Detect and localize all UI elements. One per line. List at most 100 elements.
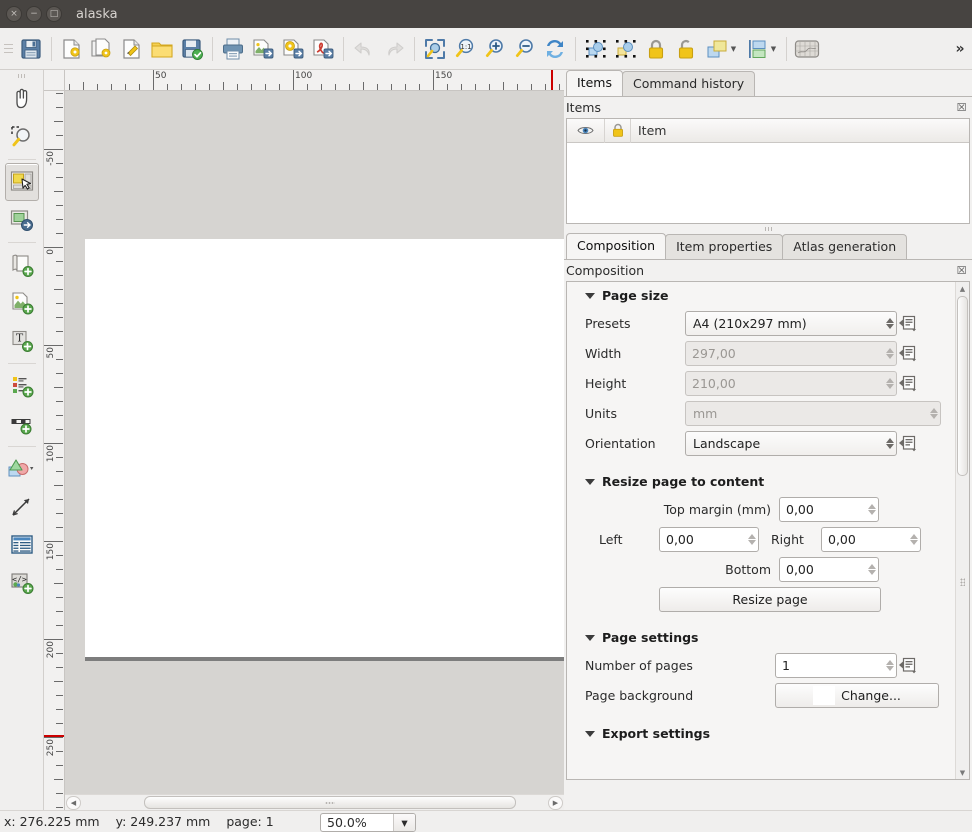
add-map-icon[interactable] (5, 246, 39, 284)
collapse-arrow-icon[interactable] (585, 479, 595, 485)
top-margin-stepper[interactable] (864, 504, 876, 515)
height-stepper[interactable] (882, 378, 894, 389)
left-toolbar-grip[interactable] (15, 72, 29, 80)
group-export-settings[interactable]: Export settings (567, 710, 969, 746)
add-label-icon[interactable]: T (5, 322, 39, 360)
raise-items-icon[interactable]: ▼ (701, 33, 741, 65)
number-of-pages-stepper[interactable] (882, 660, 894, 671)
scrollbar-thumb[interactable] (144, 796, 516, 809)
resize-page-button[interactable]: Resize page (659, 587, 881, 612)
items-table-body[interactable] (567, 143, 969, 223)
right-margin-stepper[interactable] (906, 534, 918, 545)
align-items-icon[interactable]: ▼ (741, 33, 781, 65)
refresh-icon[interactable] (540, 33, 570, 65)
load-template-icon[interactable] (147, 33, 177, 65)
tab-items[interactable]: Items (566, 70, 623, 96)
save-template-icon[interactable] (177, 33, 207, 65)
minimize-window-icon[interactable]: − (26, 6, 42, 22)
zoom-level-combo[interactable]: 50.0% ▾ (320, 813, 416, 832)
column-lock[interactable] (605, 119, 631, 143)
print-icon[interactable] (218, 33, 248, 65)
column-item-label[interactable]: Item (631, 119, 969, 143)
chevron-down-icon[interactable]: ▼ (771, 45, 776, 53)
bottom-margin-stepper[interactable] (864, 564, 876, 575)
tab-item-properties[interactable]: Item properties (665, 234, 783, 259)
select-move-item-icon[interactable] (5, 163, 39, 201)
add-shape-icon[interactable] (5, 450, 39, 488)
add-image-icon[interactable] (5, 284, 39, 322)
export-pdf-icon[interactable] (308, 33, 338, 65)
scroll-down-icon[interactable]: ▼ (956, 766, 969, 779)
close-window-icon[interactable]: × (6, 6, 22, 22)
chevron-down-icon[interactable]: ▾ (393, 814, 415, 831)
add-table-icon[interactable] (5, 526, 39, 564)
add-legend-icon[interactable] (5, 367, 39, 405)
presets-data-defined-override-icon[interactable] (897, 312, 919, 334)
show-grid-icon[interactable] (792, 33, 822, 65)
zoom-actual-icon[interactable]: 1:1 (450, 33, 480, 65)
add-arrow-icon[interactable] (5, 488, 39, 526)
redo-icon[interactable] (379, 33, 409, 65)
toolbar-grip[interactable] (4, 39, 13, 59)
composition-page[interactable] (85, 239, 564, 657)
composer-manager-icon[interactable] (117, 33, 147, 65)
scrollbar-thumb[interactable] (957, 296, 968, 476)
collapse-arrow-icon[interactable] (585, 635, 595, 641)
lock-items-icon[interactable] (641, 33, 671, 65)
undo-icon[interactable] (349, 33, 379, 65)
add-html-icon[interactable]: </> (5, 564, 39, 602)
height-data-defined-override-icon[interactable] (897, 372, 919, 394)
width-stepper[interactable] (882, 348, 894, 359)
left-margin-spinbox[interactable]: 0,00 (659, 527, 759, 552)
left-margin-stepper[interactable] (744, 534, 756, 545)
maximize-window-icon[interactable]: □ (46, 6, 62, 22)
chevron-down-icon[interactable]: ▼ (731, 45, 736, 53)
composition-viewport[interactable] (65, 91, 564, 810)
export-svg-icon[interactable] (278, 33, 308, 65)
height-spinbox[interactable]: 210,00 (685, 371, 897, 396)
width-spinbox[interactable]: 297,00 (685, 341, 897, 366)
scrollbar-track[interactable] (82, 796, 547, 809)
units-combo[interactable]: mm (685, 401, 941, 426)
tab-command-history[interactable]: Command history (622, 71, 755, 96)
number-of-pages-data-defined-override-icon[interactable] (897, 654, 919, 676)
group-resize-page-to-content[interactable]: Resize page to content (567, 458, 969, 494)
presets-combo[interactable]: A4 (210x297 mm) (685, 311, 897, 336)
collapse-arrow-icon[interactable] (585, 293, 595, 299)
ungroup-items-icon[interactable] (611, 33, 641, 65)
orientation-data-defined-override-icon[interactable] (897, 432, 919, 454)
zoom-tool-icon[interactable] (5, 118, 39, 156)
orientation-combo[interactable]: Landscape (685, 431, 897, 456)
units-stepper[interactable] (926, 408, 938, 419)
zoom-out-icon[interactable] (510, 33, 540, 65)
tab-composition[interactable]: Composition (566, 233, 666, 259)
close-icon[interactable]: ☒ (955, 101, 968, 114)
presets-stepper[interactable] (882, 318, 894, 329)
unlock-items-icon[interactable] (671, 33, 701, 65)
scroll-left-icon[interactable]: ◀ (66, 796, 81, 810)
move-item-content-icon[interactable] (5, 201, 39, 239)
dock-splitter[interactable] (564, 224, 972, 233)
collapse-arrow-icon[interactable] (585, 731, 595, 737)
new-composer-icon[interactable] (57, 33, 87, 65)
add-scalebar-icon[interactable] (5, 405, 39, 443)
toolbar-overflow-button[interactable]: » (948, 33, 972, 65)
width-data-defined-override-icon[interactable] (897, 342, 919, 364)
scroll-right-icon[interactable]: ▶ (548, 796, 563, 810)
export-image-icon[interactable] (248, 33, 278, 65)
pan-tool-icon[interactable] (5, 80, 39, 118)
page-background-change-button[interactable]: Change... (775, 683, 939, 708)
close-icon[interactable]: ☒ (955, 264, 968, 277)
scroll-up-icon[interactable]: ▲ (956, 282, 969, 295)
bottom-margin-spinbox[interactable]: 0,00 (779, 557, 879, 582)
column-visibility[interactable] (567, 119, 605, 143)
zoom-in-icon[interactable] (480, 33, 510, 65)
right-margin-spinbox[interactable]: 0,00 (821, 527, 921, 552)
top-margin-spinbox[interactable]: 0,00 (779, 497, 879, 522)
orientation-stepper[interactable] (882, 438, 894, 449)
composition-panel-scrollbar[interactable]: ▲ ▼ (955, 282, 969, 779)
number-of-pages-spinbox[interactable]: 1 (775, 653, 897, 678)
group-page-settings[interactable]: Page settings (567, 614, 969, 650)
zoom-full-icon[interactable] (420, 33, 450, 65)
tab-atlas-generation[interactable]: Atlas generation (782, 234, 907, 259)
